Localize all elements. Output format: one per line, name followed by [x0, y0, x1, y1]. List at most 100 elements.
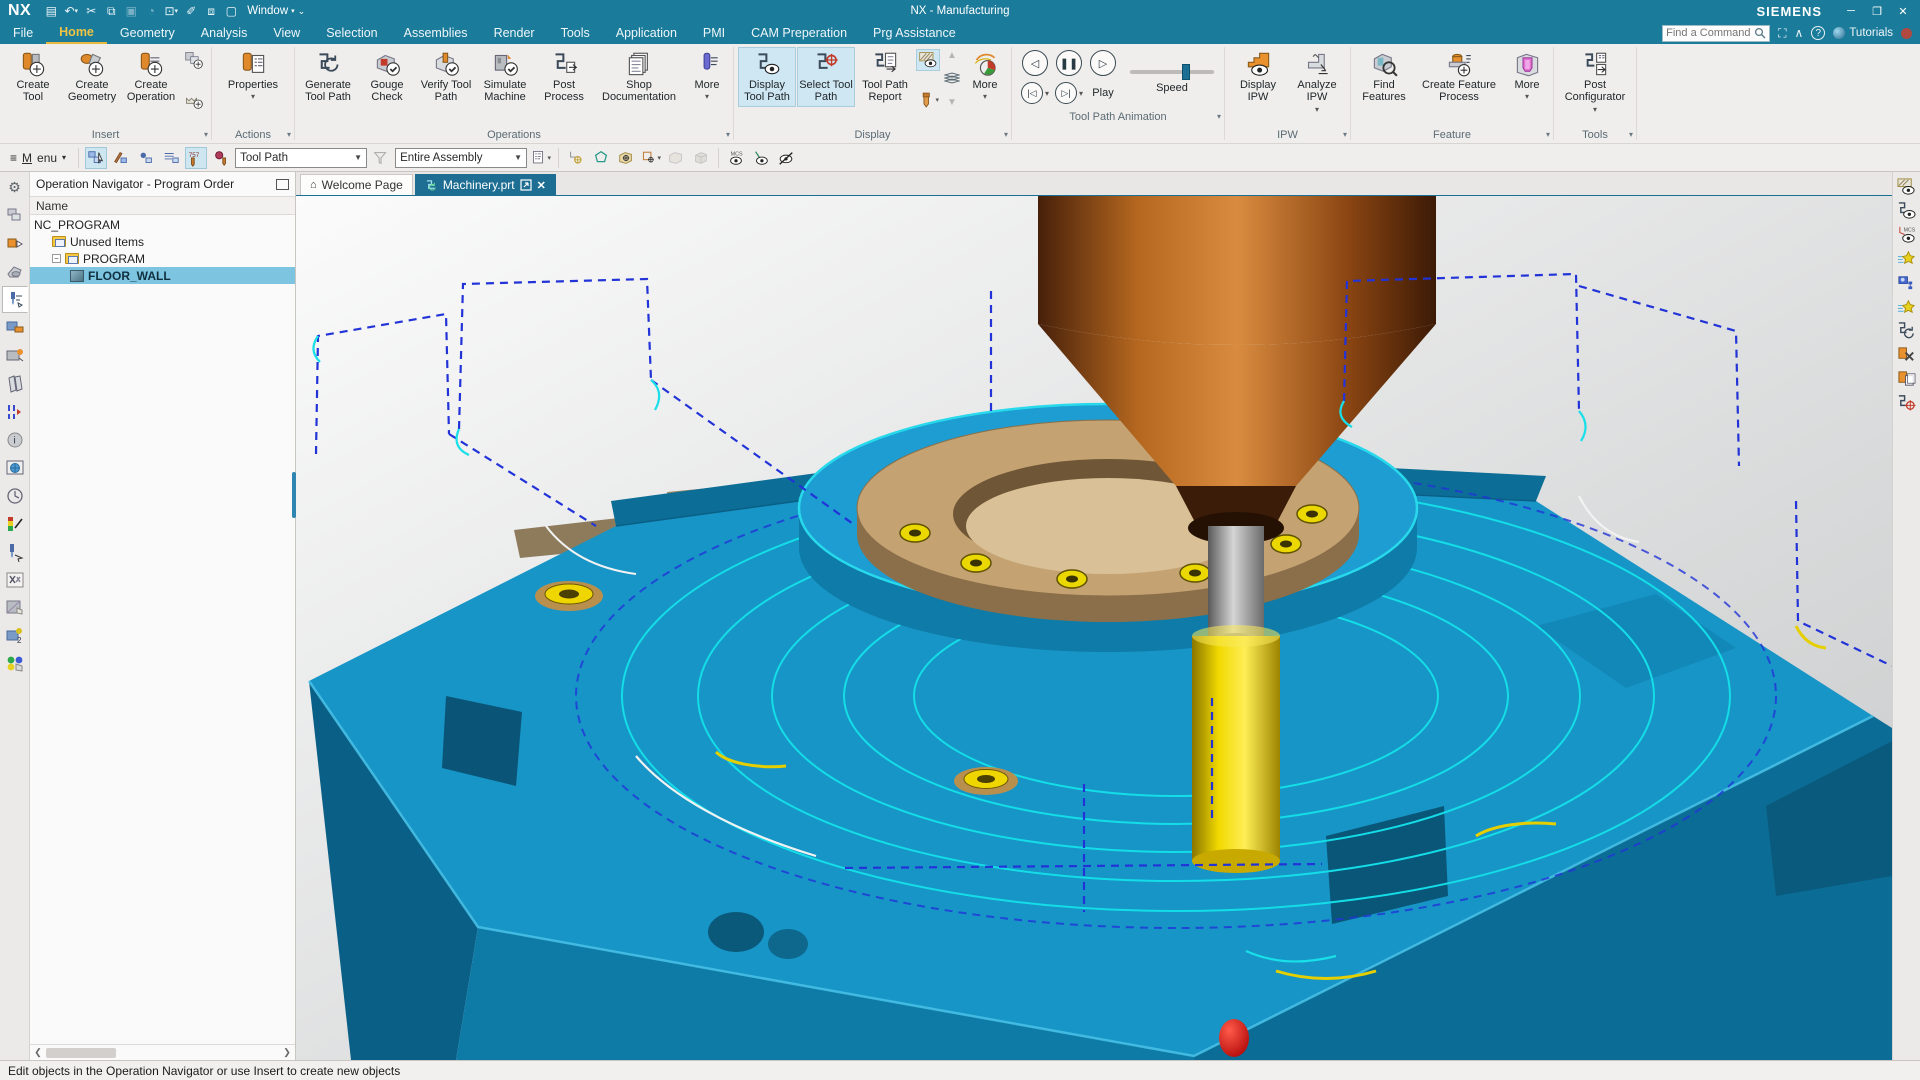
create-operation-button[interactable]: Create Operation [122, 47, 180, 107]
play-backwards-button[interactable]: ◁ [1022, 50, 1048, 76]
machine-library-icon[interactable]: 2 [2, 622, 28, 649]
group-dropdown-icon[interactable]: ▾ [287, 130, 291, 139]
navigator-settings-icon[interactable]: ⚙ [2, 174, 28, 201]
gouge-check-button[interactable]: Gouge Check [358, 47, 416, 107]
create-program-icon[interactable] [182, 89, 206, 111]
history-icon[interactable]: ⊡▾ [161, 2, 181, 20]
group-dropdown-icon[interactable]: ▾ [204, 130, 208, 139]
tab-file[interactable]: File [0, 24, 46, 43]
tab-machinery-prt[interactable]: Machinery.prt ✕ [415, 174, 556, 195]
measure-icon[interactable] [2, 538, 28, 565]
play-button[interactable]: ▷ [1090, 50, 1116, 76]
group-dropdown-icon[interactable]: ▾ [726, 130, 730, 139]
scroll-right-icon[interactable]: ❯ [281, 1047, 293, 1058]
pause-button[interactable]: ❚❚ [1056, 50, 1082, 76]
group-dropdown-icon[interactable]: ▾ [1217, 112, 1221, 121]
undo-icon[interactable]: ↶▾ [61, 2, 81, 20]
machine-tool-navigator-icon[interactable] [2, 314, 28, 341]
scrollbar-thumb[interactable] [46, 1048, 116, 1058]
display-ipw-overlay-icon[interactable] [1896, 176, 1918, 196]
3d-canvas[interactable] [296, 196, 1892, 1060]
show-datum-icon[interactable] [750, 147, 772, 169]
copy-toolpath-icon[interactable] [1896, 368, 1918, 388]
tab-analysis[interactable]: Analysis [188, 24, 261, 43]
help-icon[interactable]: ? [1811, 26, 1825, 40]
find-command-box[interactable] [1662, 25, 1770, 42]
regenerate-toolpath-icon[interactable] [1896, 320, 1918, 340]
hide-icon[interactable] [775, 147, 797, 169]
tab-pmi[interactable]: PMI [690, 24, 738, 43]
verify-tool-path-button[interactable]: Verify Tool Path [417, 47, 475, 107]
assembly-navigator-icon[interactable] [2, 202, 28, 229]
tab-render[interactable]: Render [481, 24, 548, 43]
find-features-button[interactable]: Find Features [1355, 47, 1413, 107]
roles-icon[interactable] [2, 650, 28, 677]
post-process-button[interactable]: Post Process [535, 47, 593, 107]
quick-star-icon[interactable] [1896, 296, 1918, 316]
constraint-navigator-icon[interactable] [2, 230, 28, 257]
feature-more-button[interactable]: More ▾ [1505, 47, 1549, 104]
snap-selection-icon[interactable] [135, 147, 157, 169]
panel-pin-icon[interactable] [276, 179, 289, 190]
menu-button[interactable]: ≡MMenuenu▾ [4, 151, 72, 165]
tutorials-link[interactable]: Tutorials [1833, 27, 1893, 39]
operations-more-button[interactable]: More ▾ [685, 47, 729, 104]
tab-view[interactable]: View [260, 24, 313, 43]
restore-button[interactable]: ❐ [1866, 5, 1888, 18]
tab-welcome-page[interactable]: ⌂ Welcome Page [300, 174, 413, 195]
analyze-ipw-button[interactable]: Analyze IPW ▾ [1288, 47, 1346, 117]
shop-documentation-button[interactable]: Shop Documentation [594, 47, 684, 107]
tab-geometry[interactable]: Geometry [107, 24, 188, 43]
tool-display-icon[interactable]: ▾ [916, 89, 940, 111]
speed-slider-handle[interactable] [1182, 64, 1190, 80]
snap-point-icon[interactable] [565, 147, 587, 169]
history-icon[interactable] [2, 482, 28, 509]
fullscreen-icon[interactable]: ⛶ [1778, 26, 1786, 41]
operation-navigator-icon[interactable] [2, 286, 28, 313]
visualization-icon[interactable] [2, 510, 28, 537]
select-tool-path-button[interactable]: Select Tool Path [797, 47, 855, 107]
create-tool-button[interactable]: Create Tool [4, 47, 62, 107]
scope-combobox[interactable]: Entire Assembly▼ [395, 148, 527, 168]
camera-view-icon[interactable] [1896, 272, 1918, 292]
navigator-hscrollbar[interactable]: ❮ ❯ [30, 1044, 295, 1060]
tab-tools[interactable]: Tools [548, 24, 603, 43]
selection-properties-icon[interactable]: ▾ [530, 147, 552, 169]
tab-application[interactable]: Application [603, 24, 690, 43]
ellipse-snap-icon[interactable] [590, 147, 612, 169]
group-dropdown-icon[interactable]: ▾ [1546, 130, 1550, 139]
group-dropdown-icon[interactable]: ▾ [1629, 130, 1633, 139]
find-command-input[interactable] [1666, 27, 1754, 39]
quick-toolpath-icon[interactable] [1896, 248, 1918, 268]
reuse-library-icon[interactable] [2, 370, 28, 397]
collapse-icon[interactable]: − [52, 254, 61, 263]
type-filter-combobox[interactable]: Tool Path▼ [235, 148, 367, 168]
display-more-button[interactable]: More ▾ [963, 47, 1007, 104]
display-mcs-eye-icon[interactable]: MCS [1896, 224, 1918, 244]
tree-row-program[interactable]: − PROGRAM [30, 250, 295, 267]
tools-palette-icon[interactable] [2, 566, 28, 593]
ipw-overlay-icon[interactable] [916, 49, 940, 71]
materials-icon[interactable] [2, 594, 28, 621]
go-to-start-button[interactable]: |◁ [1021, 82, 1043, 104]
generate-tool-path-button[interactable]: Generate Tool Path [299, 47, 357, 107]
display-ipw-button[interactable]: Display IPW [1229, 47, 1287, 107]
modified-icon[interactable] [520, 179, 532, 191]
part-navigator-icon[interactable] [2, 258, 28, 285]
show-mcs-icon[interactable]: MCS [725, 147, 747, 169]
process-studio-icon[interactable] [2, 398, 28, 425]
minimize-ribbon-icon[interactable]: ∧ [1795, 26, 1804, 40]
display-toolpath-eye-icon[interactable] [1896, 200, 1918, 220]
delete-toolpath-icon[interactable] [1896, 344, 1918, 364]
tree-row-nc-program[interactable]: NC_PROGRAM [30, 216, 295, 233]
create-feature-process-button[interactable]: Create Feature Process [1414, 47, 1504, 107]
display-tool-path-button[interactable]: Display Tool Path [738, 47, 796, 107]
close-tab-icon[interactable]: ✕ [537, 179, 546, 192]
tab-prg-assistance[interactable]: Prg Assistance [860, 24, 969, 43]
save-icon[interactable]: ▤ [41, 2, 61, 20]
highlight-selection-icon[interactable] [110, 147, 132, 169]
tool-path-report-button[interactable]: Tool Path Report [856, 47, 914, 107]
tab-home[interactable]: Home [46, 23, 107, 44]
properties-button[interactable]: Properties ▾ [216, 47, 290, 104]
minimize-button[interactable]: ─ [1840, 5, 1862, 17]
